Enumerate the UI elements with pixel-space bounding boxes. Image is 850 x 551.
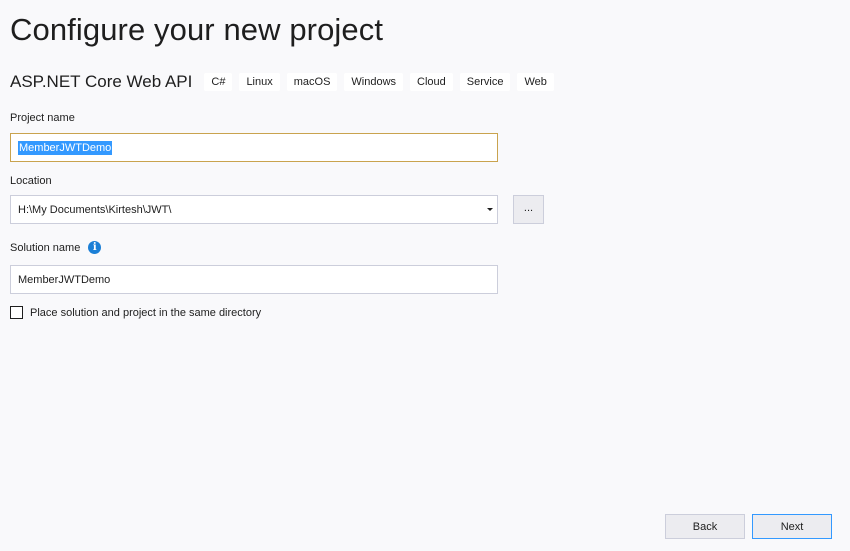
project-name-label: Project name bbox=[10, 112, 75, 124]
page-title: Configure your new project bbox=[10, 12, 384, 47]
tag-service: Service bbox=[459, 73, 511, 91]
next-button[interactable]: Next bbox=[752, 514, 832, 539]
tag-web: Web bbox=[517, 73, 554, 91]
solution-name-input[interactable]: MemberJWTDemo bbox=[10, 265, 498, 294]
info-icon[interactable]: i bbox=[88, 241, 102, 254]
location-value: H:\My Documents\Kirtesh\JWT\ bbox=[18, 203, 172, 216]
project-name-value: MemberJWTDemo bbox=[18, 140, 113, 155]
back-button[interactable]: Back bbox=[665, 514, 745, 539]
solution-name-label: Solution name bbox=[10, 241, 81, 254]
template-summary: ASP.NET Core Web API C# Linux macOS Wind… bbox=[10, 71, 561, 93]
chevron-down-icon[interactable] bbox=[487, 208, 493, 211]
tag-macos: macOS bbox=[286, 73, 338, 91]
location-combobox[interactable]: H:\My Documents\Kirtesh\JWT\ bbox=[10, 195, 498, 224]
solution-name-label-row: Solution name i bbox=[10, 241, 102, 254]
browse-location-button[interactable]: ... bbox=[513, 195, 544, 224]
tag-cloud: Cloud bbox=[410, 73, 453, 91]
configure-project-dialog: Configure your new project ASP.NET Core … bbox=[0, 0, 850, 551]
location-label: Location bbox=[10, 175, 52, 187]
same-directory-option[interactable]: Place solution and project in the same d… bbox=[10, 306, 261, 319]
template-name: ASP.NET Core Web API bbox=[10, 72, 193, 91]
tag-csharp: C# bbox=[204, 73, 233, 91]
project-name-input[interactable]: MemberJWTDemo bbox=[10, 133, 498, 162]
solution-name-value: MemberJWTDemo bbox=[18, 273, 111, 286]
same-directory-checkbox[interactable] bbox=[10, 306, 23, 319]
tag-linux: Linux bbox=[239, 73, 280, 91]
tag-windows: Windows bbox=[344, 73, 404, 91]
same-directory-label: Place solution and project in the same d… bbox=[30, 306, 262, 319]
